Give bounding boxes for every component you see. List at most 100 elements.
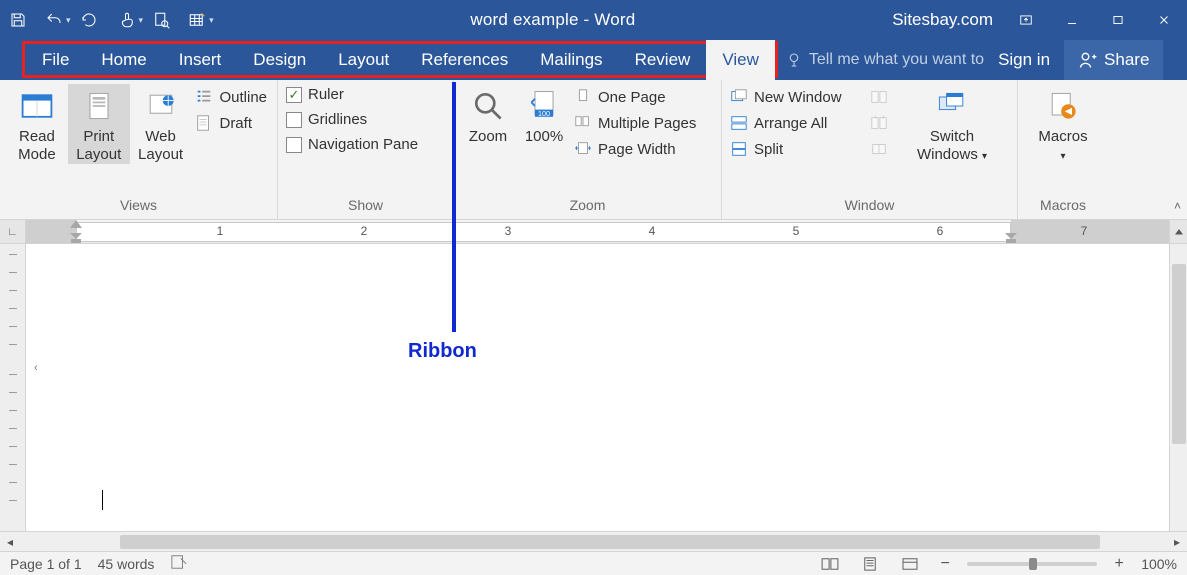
ruler-number: 1 <box>217 224 224 238</box>
vertical-ruler[interactable] <box>0 244 26 531</box>
sign-in-link[interactable]: Sign in <box>998 40 1050 80</box>
page-indicator[interactable]: Page 1 of 1 <box>10 556 82 572</box>
document-area[interactable]: ‹ <box>26 244 1169 531</box>
draft-icon <box>195 114 213 132</box>
macros-button[interactable]: Macros▾ <box>1024 84 1102 164</box>
hanging-indent-icon[interactable] <box>70 233 82 243</box>
web-layout-icon <box>143 88 179 124</box>
read-mode-icon <box>19 88 55 124</box>
tab-layout[interactable]: Layout <box>322 40 405 80</box>
multiple-pages-button[interactable]: Multiple Pages <box>574 114 696 132</box>
zoom-label: Zoom <box>469 128 507 146</box>
navigation-pane-checkbox[interactable]: Navigation Pane <box>286 136 418 153</box>
one-page-icon <box>574 88 592 106</box>
tab-references[interactable]: References <box>405 40 524 80</box>
zoom-out-button[interactable]: − <box>937 555 953 573</box>
share-label: Share <box>1104 50 1149 70</box>
arrange-all-icon <box>730 114 748 132</box>
zoom-100-icon: 100 <box>526 88 562 124</box>
site-label: Sitesbay.com <box>892 10 993 30</box>
zoom-button[interactable]: Zoom <box>460 84 516 146</box>
gridlines-checkbox[interactable]: Gridlines <box>286 111 418 128</box>
zoom-icon <box>470 88 506 124</box>
zoom-slider[interactable] <box>967 562 1097 566</box>
group-macros-label: Macros <box>1024 193 1102 219</box>
page-width-button[interactable]: Page Width <box>574 140 696 158</box>
text-cursor <box>102 490 103 510</box>
ruler-checkbox[interactable]: Ruler <box>286 86 418 103</box>
group-window: New Window Arrange All Split Switch Wind… <box>722 80 1018 219</box>
tab-design[interactable]: Design <box>237 40 322 80</box>
checkbox-icon <box>286 112 302 128</box>
web-layout-button[interactable]: Web Layout <box>130 84 192 164</box>
tab-mailings[interactable]: Mailings <box>524 40 618 80</box>
one-page-label: One Page <box>598 89 666 106</box>
collapse-ribbon-icon[interactable]: ˄ <box>1174 199 1181 213</box>
title-bar: ▾ ▾ ▾ word example - Word Sitesbay.com <box>0 0 1187 40</box>
vertical-scrollbar[interactable] <box>1169 244 1187 531</box>
outline-label: Outline <box>219 89 267 106</box>
outline-icon <box>195 88 213 106</box>
switch-windows-button[interactable]: Switch Windows ▾ <box>908 84 996 164</box>
ribbon-display-options-icon[interactable] <box>1003 0 1049 40</box>
tab-file[interactable]: File <box>26 40 85 80</box>
tab-home[interactable]: Home <box>85 40 162 80</box>
horizontal-ruler-area: ∟ 1 2 3 4 5 6 7 <box>0 220 1187 244</box>
macros-label: Macros▾ <box>1038 128 1087 164</box>
scroll-right-icon[interactable]: ▸ <box>1167 532 1187 551</box>
ruler-scroll-up-icon[interactable] <box>1169 220 1187 243</box>
tab-review[interactable]: Review <box>619 40 707 80</box>
page-width-icon <box>574 140 592 158</box>
tab-selector[interactable]: ∟ <box>0 220 26 243</box>
right-indent-icon[interactable] <box>1005 233 1017 243</box>
arrange-all-button[interactable]: Arrange All <box>730 114 864 132</box>
ruler-number: 3 <box>505 224 512 238</box>
save-icon[interactable] <box>0 0 36 40</box>
scrollbar-thumb[interactable] <box>120 535 1100 549</box>
tell-me-search[interactable]: Tell me what you want to <box>785 40 984 80</box>
one-page-button[interactable]: One Page <box>574 88 696 106</box>
minimize-icon[interactable] <box>1049 0 1095 40</box>
new-window-button[interactable]: New Window <box>730 88 864 106</box>
group-views: Read Mode Print Layout Web Layout Outlin… <box>0 80 278 219</box>
ruler-number: 2 <box>361 224 368 238</box>
word-count[interactable]: 45 words <box>98 556 155 572</box>
reset-window-icon <box>870 140 888 158</box>
maximize-icon[interactable] <box>1095 0 1141 40</box>
zoom-100-button[interactable]: 100 100% <box>516 84 572 146</box>
group-views-label: Views <box>6 193 271 219</box>
status-bar: Page 1 of 1 45 words − + 100% <box>0 551 1187 575</box>
scrollbar-thumb[interactable] <box>1172 264 1186 444</box>
proofing-icon[interactable] <box>170 554 188 573</box>
ribbon-tabs: File Home Insert Design Layout Reference… <box>0 40 1187 80</box>
scroll-left-icon[interactable]: ◂ <box>0 532 20 551</box>
print-layout-button[interactable]: Print Layout <box>68 84 130 164</box>
tab-insert[interactable]: Insert <box>163 40 238 80</box>
first-line-indent-icon[interactable] <box>70 220 82 228</box>
draft-label: Draft <box>219 115 252 132</box>
read-mode-button[interactable]: Read Mode <box>6 84 68 164</box>
outline-button[interactable]: Outline <box>195 88 267 106</box>
tab-view[interactable]: View <box>706 40 775 80</box>
tell-me-placeholder: Tell me what you want to <box>809 51 984 69</box>
redo-icon[interactable] <box>71 0 107 40</box>
view-side-by-side-icon <box>870 88 888 106</box>
web-layout-view-icon[interactable] <box>897 554 923 574</box>
page <box>72 254 1147 531</box>
horizontal-ruler[interactable]: 1 2 3 4 5 6 7 <box>26 220 1187 243</box>
horizontal-scrollbar[interactable]: ◂ ▸ <box>0 531 1187 551</box>
group-zoom: Zoom 100 100% One Page Multiple Pages Pa… <box>454 80 722 219</box>
group-show-label: Show <box>284 193 447 219</box>
draft-button[interactable]: Draft <box>195 114 267 132</box>
print-preview-icon[interactable] <box>143 0 179 40</box>
zoom-percent[interactable]: 100% <box>1141 556 1177 572</box>
split-button[interactable]: Split <box>730 140 864 158</box>
share-button[interactable]: Share <box>1064 40 1163 80</box>
close-icon[interactable] <box>1141 0 1187 40</box>
print-layout-view-icon[interactable] <box>857 554 883 574</box>
zoom-in-button[interactable]: + <box>1111 555 1127 573</box>
nav-pane-label: Navigation Pane <box>308 136 418 153</box>
zoom-100-label: 100% <box>525 128 563 146</box>
read-mode-view-icon[interactable] <box>817 554 843 574</box>
zoom-slider-knob[interactable] <box>1029 558 1037 570</box>
